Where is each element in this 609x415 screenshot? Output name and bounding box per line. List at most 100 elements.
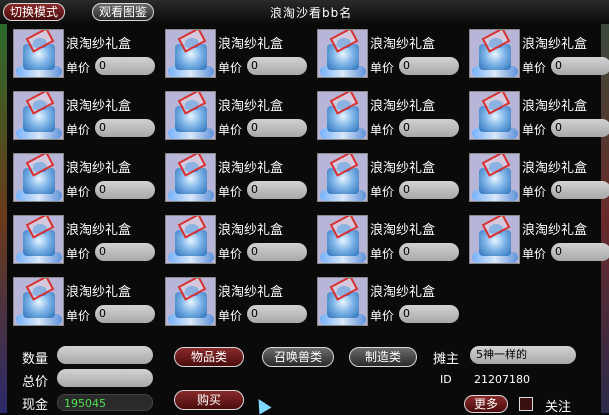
price-input[interactable]: 0 [399, 181, 459, 199]
gift-box-icon[interactable] [165, 215, 216, 264]
item-cell[interactable]: 浪淘纱礼盒 单价 0 [165, 153, 311, 207]
price-input[interactable]: 0 [247, 57, 307, 75]
price-label: 单价 [218, 61, 243, 75]
follow-label: 关注 [545, 400, 572, 415]
buy-button[interactable]: 购买 [174, 390, 244, 410]
gift-box-icon[interactable] [317, 29, 368, 78]
price-label: 单价 [66, 123, 91, 137]
item-name: 浪淘纱礼盒 [370, 161, 436, 176]
price-input[interactable]: 0 [551, 243, 609, 261]
item-name: 浪淘纱礼盒 [522, 223, 588, 238]
item-cell[interactable]: 浪淘纱礼盒单价 0 [469, 29, 609, 83]
quantity-input[interactable] [57, 346, 153, 364]
gift-box-icon[interactable] [13, 29, 64, 78]
item-cell[interactable]: 浪淘纱礼盒 单价 0 [317, 29, 463, 83]
price-label: 单价 [218, 247, 243, 261]
item-cell[interactable]: 浪淘纱礼盒 单价 0 [165, 215, 311, 269]
item-name: 浪淘纱礼盒 [522, 99, 588, 114]
item-cell[interactable]: 浪淘纱礼盒 单价 0 [13, 277, 159, 331]
tab-items[interactable]: 物品类 [174, 347, 244, 367]
item-name: 浪淘纱礼盒 [370, 37, 436, 52]
item-name: 浪淘纱礼盒 [66, 99, 132, 114]
item-name: 浪淘纱礼盒 [522, 37, 588, 52]
price-input[interactable]: 0 [399, 243, 459, 261]
item-name: 浪淘纱礼盒 [66, 161, 132, 176]
owner-label: 摊主 [433, 352, 460, 367]
item-cell[interactable]: 浪淘纱礼盒单价 0 [469, 91, 609, 145]
price-input[interactable]: 0 [399, 57, 459, 75]
price-label: 单价 [218, 309, 243, 323]
price-label: 单价 [522, 61, 547, 75]
price-input[interactable]: 0 [551, 119, 609, 137]
price-input[interactable]: 0 [247, 305, 307, 323]
item-cell[interactable]: 浪淘纱礼盒 单价 0 [165, 29, 311, 83]
price-input[interactable]: 0 [399, 305, 459, 323]
total-price-field [57, 369, 153, 387]
quantity-label: 数量 [22, 352, 49, 367]
item-name: 浪淘纱礼盒 [218, 161, 284, 176]
item-cell[interactable]: 浪淘纱礼盒单价 0 [317, 277, 463, 331]
item-cell[interactable]: 浪淘纱礼盒 单价 0 [13, 29, 159, 83]
item-name: 浪淘纱礼盒 [66, 37, 132, 52]
price-label: 单价 [218, 123, 243, 137]
item-name: 浪淘纱礼盒 [370, 285, 436, 300]
gift-box-icon[interactable] [13, 277, 64, 326]
gift-box-icon[interactable] [165, 153, 216, 202]
price-input[interactable]: 0 [399, 119, 459, 137]
gift-box-icon[interactable] [13, 215, 64, 264]
gift-box-icon[interactable] [317, 91, 368, 140]
price-label: 单价 [522, 247, 547, 261]
gift-box-icon[interactable] [317, 277, 368, 326]
more-button[interactable]: 更多 [464, 395, 508, 413]
gift-box-icon[interactable] [13, 91, 64, 140]
price-input[interactable]: 0 [247, 181, 307, 199]
switch-mode-button[interactable]: 切换模式 [3, 3, 66, 21]
price-input[interactable]: 0 [551, 57, 609, 75]
view-catalog-button[interactable]: 观看图鉴 [92, 3, 155, 21]
footer-panel: 数量 总价 现金 195045 物品类 召唤兽类 制造类 购买 摊主 5神一样的… [0, 340, 609, 415]
tab-summons[interactable]: 召唤兽类 [262, 347, 334, 367]
item-cell[interactable]: 浪淘纱礼盒 单价 0 [317, 215, 463, 269]
gift-box-icon[interactable] [469, 215, 520, 264]
price-input[interactable]: 0 [247, 119, 307, 137]
gift-box-icon[interactable] [165, 29, 216, 78]
price-label: 单价 [522, 123, 547, 137]
gift-box-icon[interactable] [165, 91, 216, 140]
price-input[interactable]: 0 [95, 181, 155, 199]
price-input[interactable]: 0 [95, 57, 155, 75]
id-label: ID [440, 373, 452, 386]
item-cell[interactable]: 浪淘纱礼盒 单价 0 [13, 153, 159, 207]
item-cell[interactable]: 浪淘纱礼盒单价 0 [469, 153, 609, 207]
gift-box-icon[interactable] [165, 277, 216, 326]
gift-box-icon[interactable] [317, 215, 368, 264]
tab-crafting[interactable]: 制造类 [349, 347, 417, 367]
cash-label: 现金 [22, 398, 49, 413]
price-input[interactable]: 0 [551, 181, 609, 199]
follow-checkbox[interactable] [519, 397, 533, 411]
item-cell[interactable]: 浪淘纱礼盒 单价 0 [13, 215, 159, 269]
price-label: 单价 [522, 185, 547, 199]
price-input[interactable]: 0 [95, 119, 155, 137]
gift-box-icon[interactable] [317, 153, 368, 202]
gift-box-icon[interactable] [469, 153, 520, 202]
item-cell[interactable]: 浪淘纱礼盒 单价 0 [165, 91, 311, 145]
price-label: 单价 [370, 309, 395, 323]
item-cell[interactable]: 浪淘纱礼盒单价 0 [317, 153, 463, 207]
item-name: 浪淘纱礼盒 [66, 285, 132, 300]
gift-box-icon[interactable] [469, 29, 520, 78]
gift-box-icon[interactable] [469, 91, 520, 140]
gift-box-icon[interactable] [13, 153, 64, 202]
total-label: 总价 [22, 375, 49, 390]
item-cell[interactable]: 浪淘纱礼盒 单价 0 [317, 91, 463, 145]
item-name: 浪淘纱礼盒 [522, 161, 588, 176]
item-name: 浪淘纱礼盒 [66, 223, 132, 238]
item-cell[interactable]: 浪淘纱礼盒单价 0 [469, 215, 609, 269]
title-bar: 切换模式 观看图鉴 浪淘沙看bb名 [0, 0, 609, 24]
item-cell[interactable]: 浪淘纱礼盒单价 0 [13, 91, 159, 145]
id-value: 21207180 [474, 373, 530, 386]
price-label: 单价 [370, 185, 395, 199]
price-input[interactable]: 0 [247, 243, 307, 261]
price-input[interactable]: 0 [95, 305, 155, 323]
item-cell[interactable]: 浪淘纱礼盒 单价 0 [165, 277, 311, 331]
price-input[interactable]: 0 [95, 243, 155, 261]
